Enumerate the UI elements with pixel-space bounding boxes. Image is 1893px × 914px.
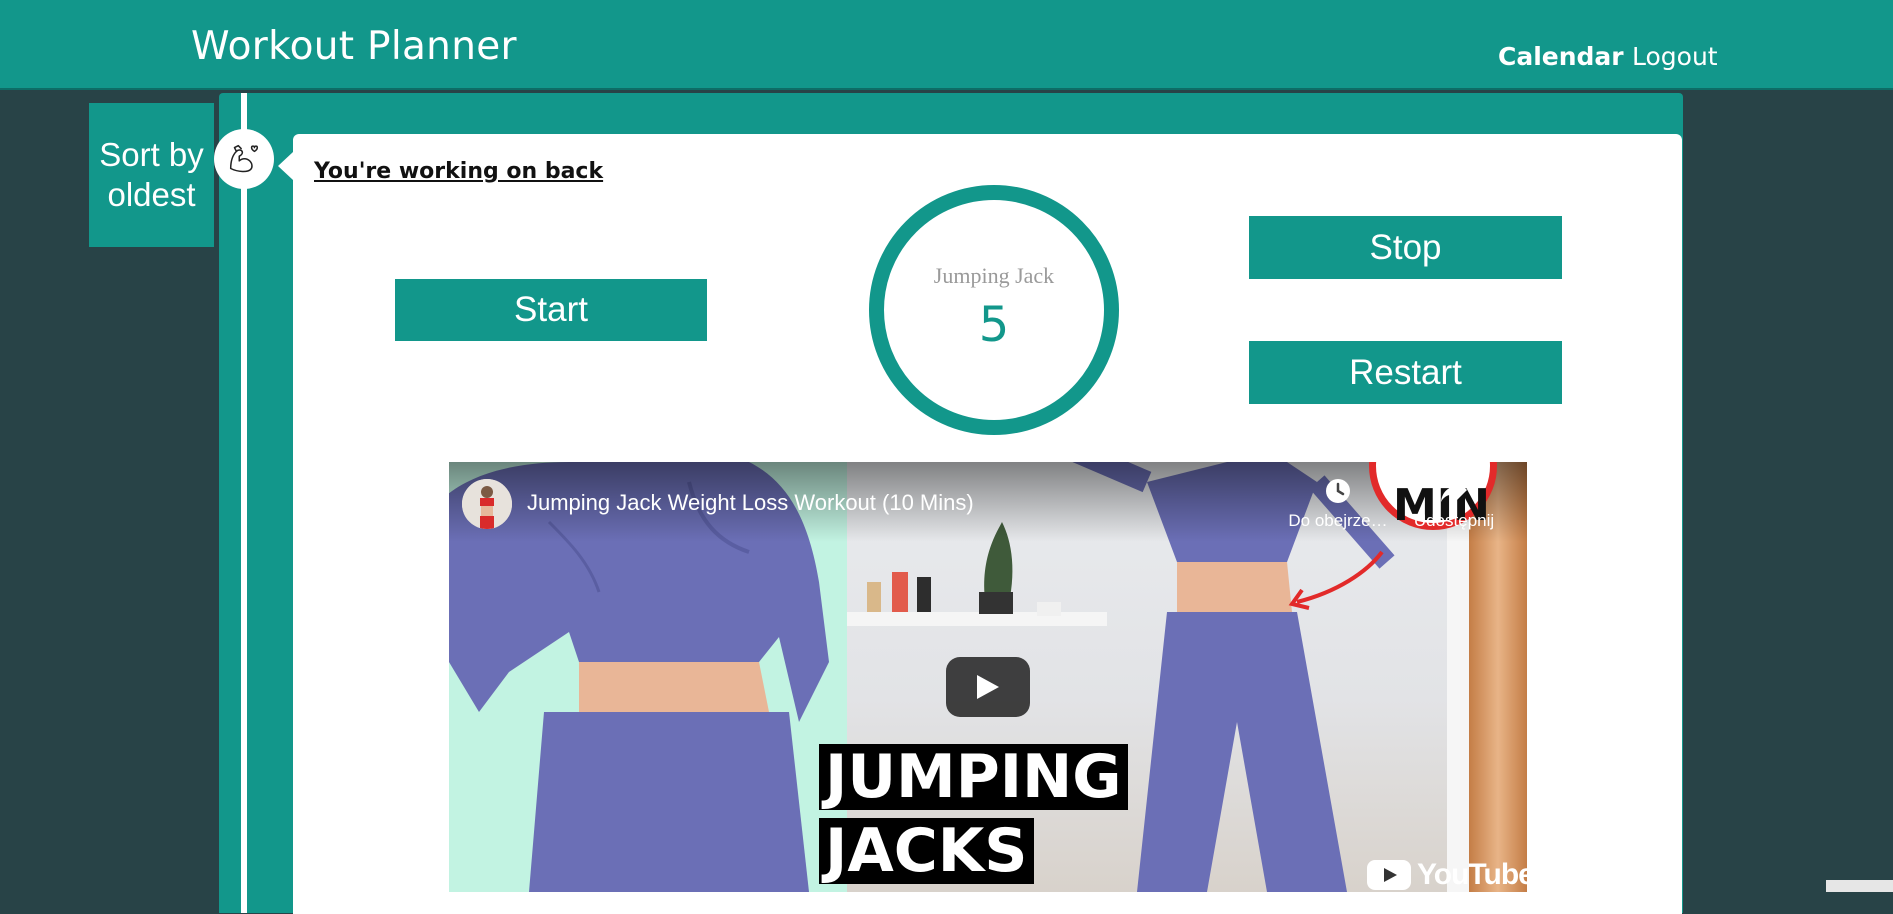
sort-by-oldest-button[interactable]: Sort by oldest [89,103,214,247]
timer-exercise-name: Jumping Jack [933,263,1055,288]
play-button[interactable] [946,657,1030,717]
youtube-video-embed[interactable]: Jumping Jack Weight Loss Workout (10 Min… [449,462,1527,892]
video-title[interactable]: Jumping Jack Weight Loss Workout (10 Min… [527,490,974,516]
stop-button[interactable]: Stop [1249,216,1562,279]
youtube-logo[interactable]: YouTube [1367,858,1527,892]
watch-later-label: Do obejrze… [1288,511,1388,530]
clock-icon [1326,479,1350,503]
start-button[interactable]: Start [395,279,707,341]
overlay-text-line-1: JUMPING [819,744,1128,810]
corner-widget [1826,880,1893,892]
overlay-text-line-2: JACKS [819,818,1034,884]
channel-avatar[interactable] [462,479,512,529]
app-brand[interactable]: Workout Planner [191,24,517,69]
youtube-play-icon [1367,860,1411,890]
share-icon [1441,480,1467,502]
card-pointer [278,152,293,180]
restart-button[interactable]: Restart [1249,341,1562,404]
timer-count: 5 [978,297,1010,353]
nav-logout-link[interactable]: Logout [1632,42,1718,71]
youtube-wordmark: YouTube [1417,858,1527,891]
timeline-line [241,93,247,913]
top-navbar: Workout Planner Calendar Logout [0,0,1893,90]
share-button[interactable]: Udostępnij [1399,477,1509,531]
share-label: Udostępnij [1413,511,1495,530]
play-icon [977,675,999,699]
nav-calendar-link[interactable]: Calendar [1498,42,1624,71]
working-on-title[interactable]: You're working on back [314,159,603,184]
watch-later-button[interactable]: Do obejrze… [1283,477,1393,531]
flexed-arm-icon [214,129,274,189]
